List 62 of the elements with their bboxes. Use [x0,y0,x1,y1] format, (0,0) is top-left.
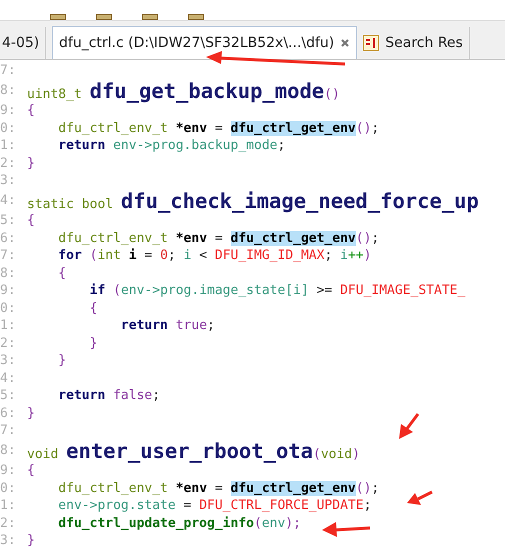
editor-tab[interactable]: 4-05) [0,27,46,59]
code-line: env->prog.state = DFU_CTRL_FORCE_UPDATE; [57,498,372,514]
editor-tab[interactable]: dfu_ctrl.c (D:\IDW27\SF32LB52x\...\dfu) [52,26,358,59]
line-number: 8: [0,83,17,98]
close-icon[interactable] [340,38,350,48]
code-line: } [57,353,66,368]
toolbar-icon[interactable] [142,14,158,20]
code-line: uint8_t dfu_get_backup_mode() [27,78,340,103]
code-line: return false; [57,388,160,404]
line-number: 0: [0,300,17,316]
toolbar-icon[interactable] [96,14,112,20]
code-line: return env->prog.backup_mode; [57,138,286,154]
annotation-arrow [399,413,420,439]
code-line: { [27,213,35,228]
line-number: 4: [0,370,17,386]
code-line: void enter_user_rboot_ota(void) [27,438,360,463]
line-number: 2: [0,156,17,171]
code-line: } [27,156,35,171]
code-line: for (int i = 0; i < DFU_IMG_ID_MAX; i++) [57,248,372,264]
code-line: { [27,103,35,118]
line-number: 9: [0,283,17,298]
code-line: dfu_ctrl_env_t *env = dfu_ctrl_get_env(); [57,120,380,136]
line-number: 8: [0,266,17,281]
toolbar-icon[interactable] [50,14,66,20]
editor-tab[interactable]: Search Res [357,27,470,59]
line-number: 5: [0,213,17,228]
line-number: 3: [0,173,17,188]
annotation-arrow [322,522,370,537]
line-number: 9: [0,463,17,478]
code-line: } [27,533,35,548]
line-number: 5: [0,388,17,404]
line-number: 9: [0,103,17,118]
code-line: if (env->prog.image_state[i] >= DFU_IMAGE_STATE_ [88,283,466,298]
code-line: dfu_ctrl_env_t *env = dfu_ctrl_get_env(); [57,230,380,246]
line-number: 1: [0,498,17,514]
code-line: { [57,266,66,281]
line-number: 6: [0,230,17,246]
search-results-icon [363,35,380,51]
code-line: } [27,406,35,421]
line-number: 3: [0,353,17,368]
code-line: { [88,300,98,316]
code-line: return true; [120,318,215,334]
line-number: 7: [0,248,17,264]
line-number: 1: [0,318,17,334]
annotation-arrow [407,490,433,505]
line-number: 0: [0,480,17,496]
line-number: 2: [0,516,17,531]
line-number: 3: [0,533,17,548]
line-number: 6: [0,406,17,421]
line-number: 7: [0,63,17,78]
line-number: 8: [0,443,17,458]
toolbar-icon[interactable] [188,14,204,20]
code-line: { [27,463,35,478]
code-line: dfu_ctrl_env_t *env = dfu_ctrl_get_env(); [57,480,380,496]
line-number: 1: [0,138,17,154]
code-line: dfu_ctrl_update_prog_info(env); [57,516,301,531]
line-number: 2: [0,336,17,351]
code-line: } [88,336,98,351]
code-line: static bool dfu_check_image_need_force_up [27,188,479,213]
line-number: 0: [0,120,17,136]
line-number: 7: [0,423,17,438]
line-number: 4: [0,193,17,208]
